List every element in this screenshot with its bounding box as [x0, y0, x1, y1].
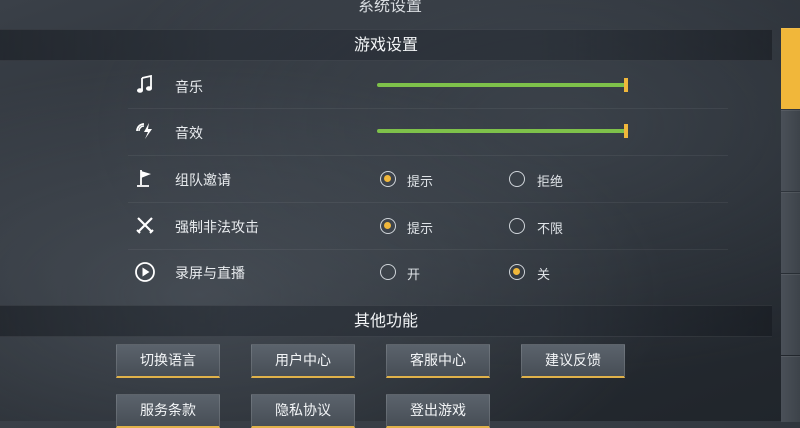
forced-attack-label: 强制非法攻击: [175, 220, 259, 236]
record-stream-option-off-label: 关: [537, 268, 551, 283]
divider: [128, 202, 728, 203]
record-stream-option-on-label: 开: [407, 268, 421, 283]
privacy-policy-button[interactable]: 隐私协议: [251, 394, 355, 428]
music-note-icon: [134, 74, 156, 96]
team-invite-option-reject-radio[interactable]: [509, 171, 525, 187]
side-tab-3[interactable]: [781, 192, 800, 273]
team-invite-option-prompt-label: 提示: [407, 175, 434, 190]
divider: [128, 155, 728, 156]
window-title: 系统设置: [357, 0, 422, 15]
side-tab-system-settings[interactable]: [781, 28, 800, 109]
flag-icon: [134, 167, 156, 189]
forced-attack-option-prompt-label: 提示: [407, 222, 434, 237]
divider: [128, 249, 728, 250]
forced-attack-option-prompt-radio[interactable]: [380, 218, 396, 234]
team-invite-option-prompt-radio[interactable]: [380, 171, 396, 187]
switch-language-button[interactable]: 切换语言: [116, 344, 220, 378]
logout-button[interactable]: 登出游戏: [386, 394, 490, 428]
music-slider[interactable]: [377, 83, 626, 87]
play-circle-icon: [134, 261, 156, 283]
side-tab-2[interactable]: [781, 110, 800, 191]
side-tab-bar: [781, 28, 800, 422]
section-header-other-functions: 其他功能: [0, 305, 772, 337]
record-stream-label: 录屏与直播: [175, 266, 245, 282]
customer-service-button[interactable]: 客服中心: [386, 344, 490, 378]
record-stream-option-on-radio[interactable]: [380, 264, 396, 280]
sfx-slider-handle[interactable]: [624, 124, 628, 138]
divider: [128, 108, 728, 109]
forced-attack-option-unlimited-radio[interactable]: [509, 218, 525, 234]
team-invite-option-reject-label: 拒绝: [537, 175, 564, 190]
music-label: 音乐: [175, 80, 203, 96]
sfx-slider[interactable]: [377, 129, 626, 133]
music-slider-handle[interactable]: [624, 78, 628, 92]
terms-of-service-button[interactable]: 服务条款: [116, 394, 220, 428]
section-header-game-settings: 游戏设置: [0, 29, 772, 61]
record-stream-option-off-radio[interactable]: [509, 264, 525, 280]
sfx-label: 音效: [175, 126, 203, 142]
side-tab-4[interactable]: [781, 274, 800, 355]
sound-effect-icon: [134, 120, 156, 142]
side-tab-5[interactable]: [781, 356, 800, 422]
feedback-button[interactable]: 建议反馈: [521, 344, 625, 378]
user-center-button[interactable]: 用户中心: [251, 344, 355, 378]
forced-attack-option-unlimited-label: 不限: [537, 222, 564, 237]
team-invite-label: 组队邀请: [175, 173, 231, 189]
crossed-swords-icon: [134, 214, 156, 236]
